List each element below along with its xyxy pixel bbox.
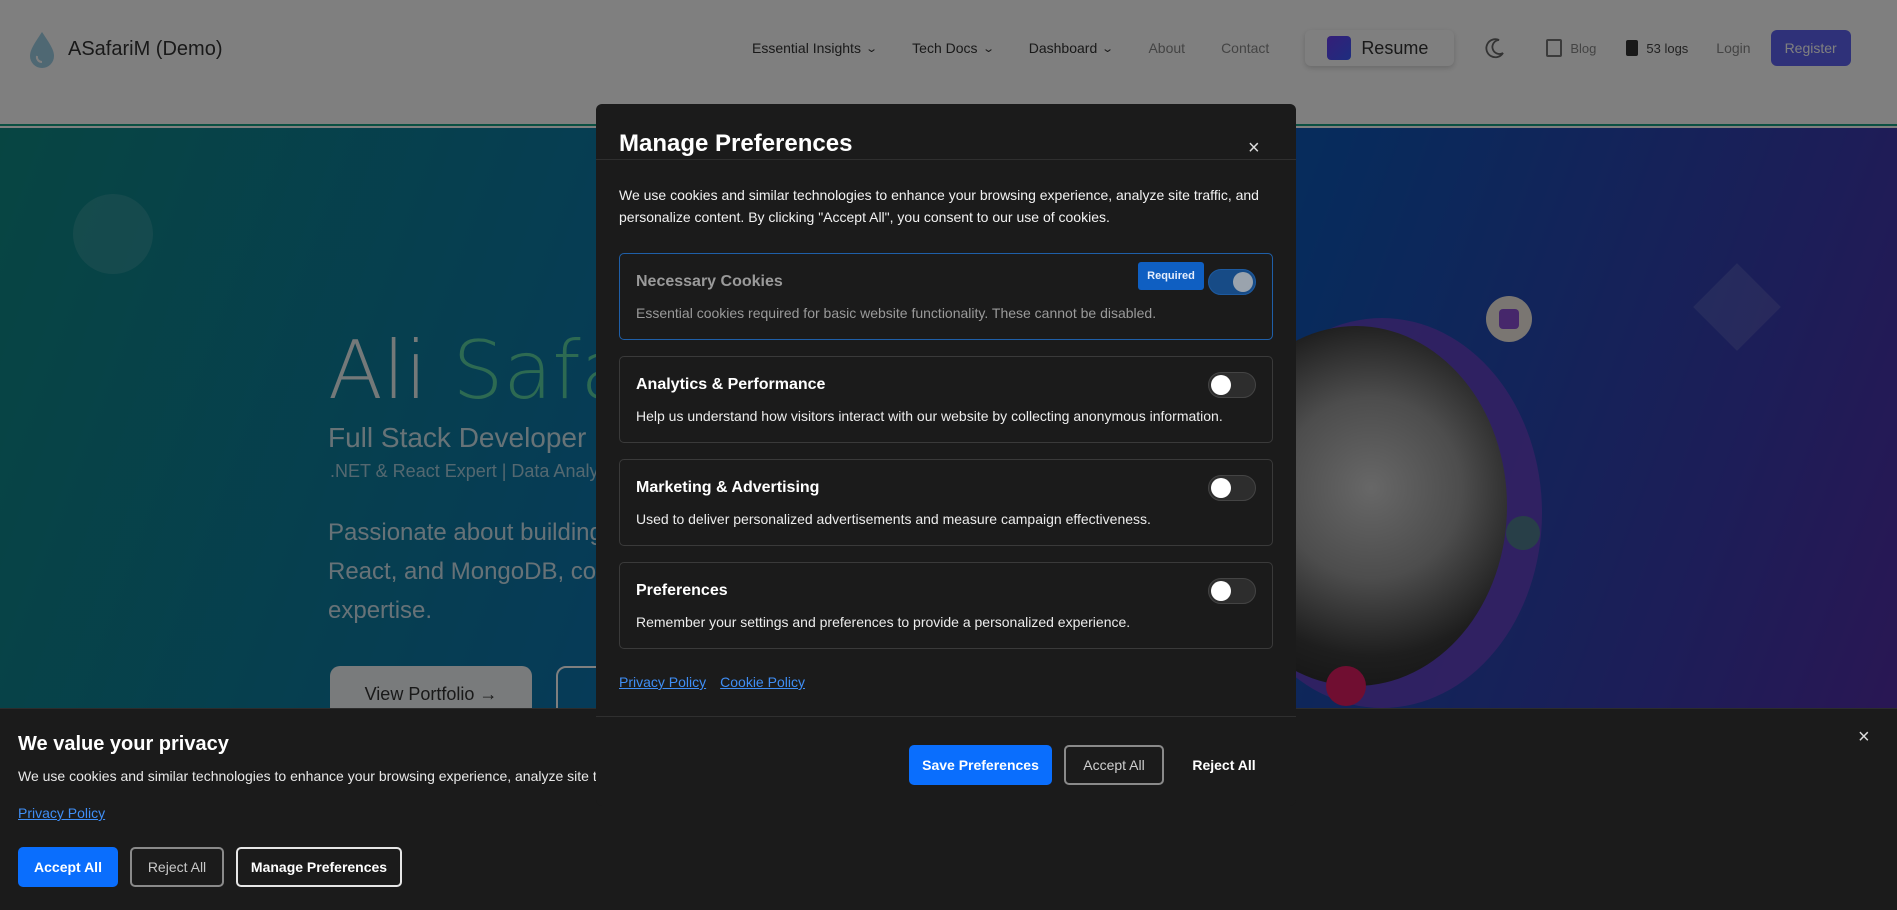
category-title: Necessary Cookies	[636, 273, 783, 290]
modal-intro: We use cookies and similar technologies …	[619, 187, 1259, 225]
save-preferences-button[interactable]: Save Preferences	[909, 745, 1052, 785]
toggle-knob	[1211, 478, 1231, 498]
category-description: Help us understand how visitors interact…	[636, 408, 1223, 424]
toggle-knob	[1211, 581, 1231, 601]
manage-preferences-modal: Manage Preferences × We use cookies and …	[596, 104, 1296, 806]
banner-reject-all-button[interactable]: Reject All	[130, 847, 224, 887]
banner-accept-all-button[interactable]: Accept All	[18, 847, 118, 887]
required-badge: Required	[1138, 262, 1204, 290]
necessary-toggle	[1208, 269, 1256, 295]
modal-title: Manage Preferences	[619, 130, 853, 157]
category-description: Essential cookies required for basic web…	[636, 305, 1157, 321]
cookie-category-preferences: Preferences Remember your settings and p…	[619, 562, 1273, 649]
privacy-policy-link[interactable]: Privacy Policy	[619, 674, 706, 690]
banner-actions: Accept All Reject All Manage Preferences	[18, 847, 402, 887]
category-title: Marketing & Advertising	[636, 479, 820, 496]
banner-privacy-link[interactable]: Privacy Policy	[18, 805, 105, 821]
modal-footer: Save Preferences Accept All Reject All	[596, 716, 1296, 806]
close-icon[interactable]: ×	[1248, 138, 1260, 158]
cookie-category-marketing: Marketing & Advertising Used to deliver …	[619, 459, 1273, 546]
modal-actions: Save Preferences Accept All Reject All	[909, 745, 1272, 785]
analytics-toggle[interactable]	[1208, 372, 1256, 398]
category-title: Analytics & Performance	[636, 376, 826, 393]
category-description: Remember your settings and preferences t…	[636, 614, 1131, 630]
cookie-policy-link[interactable]: Cookie Policy	[720, 674, 805, 690]
banner-title: We value your privacy	[18, 733, 229, 755]
modal-accept-all-button[interactable]: Accept All	[1064, 745, 1164, 785]
marketing-toggle[interactable]	[1208, 475, 1256, 501]
category-title: Preferences	[636, 582, 728, 599]
modal-policy-links: Privacy Policy Cookie Policy	[619, 674, 805, 690]
toggle-knob	[1211, 375, 1231, 395]
toggle-knob	[1233, 272, 1253, 292]
modal-reject-all-button[interactable]: Reject All	[1176, 745, 1272, 785]
cookie-category-necessary: Necessary Cookies Essential cookies requ…	[619, 253, 1273, 340]
preferences-toggle[interactable]	[1208, 578, 1256, 604]
close-icon[interactable]: ×	[1858, 727, 1870, 747]
banner-manage-preferences-button[interactable]: Manage Preferences	[236, 847, 402, 887]
cookie-category-analytics: Analytics & Performance Help us understa…	[619, 356, 1273, 443]
category-description: Used to deliver personalized advertiseme…	[636, 511, 1151, 527]
modal-header: Manage Preferences ×	[596, 104, 1296, 160]
